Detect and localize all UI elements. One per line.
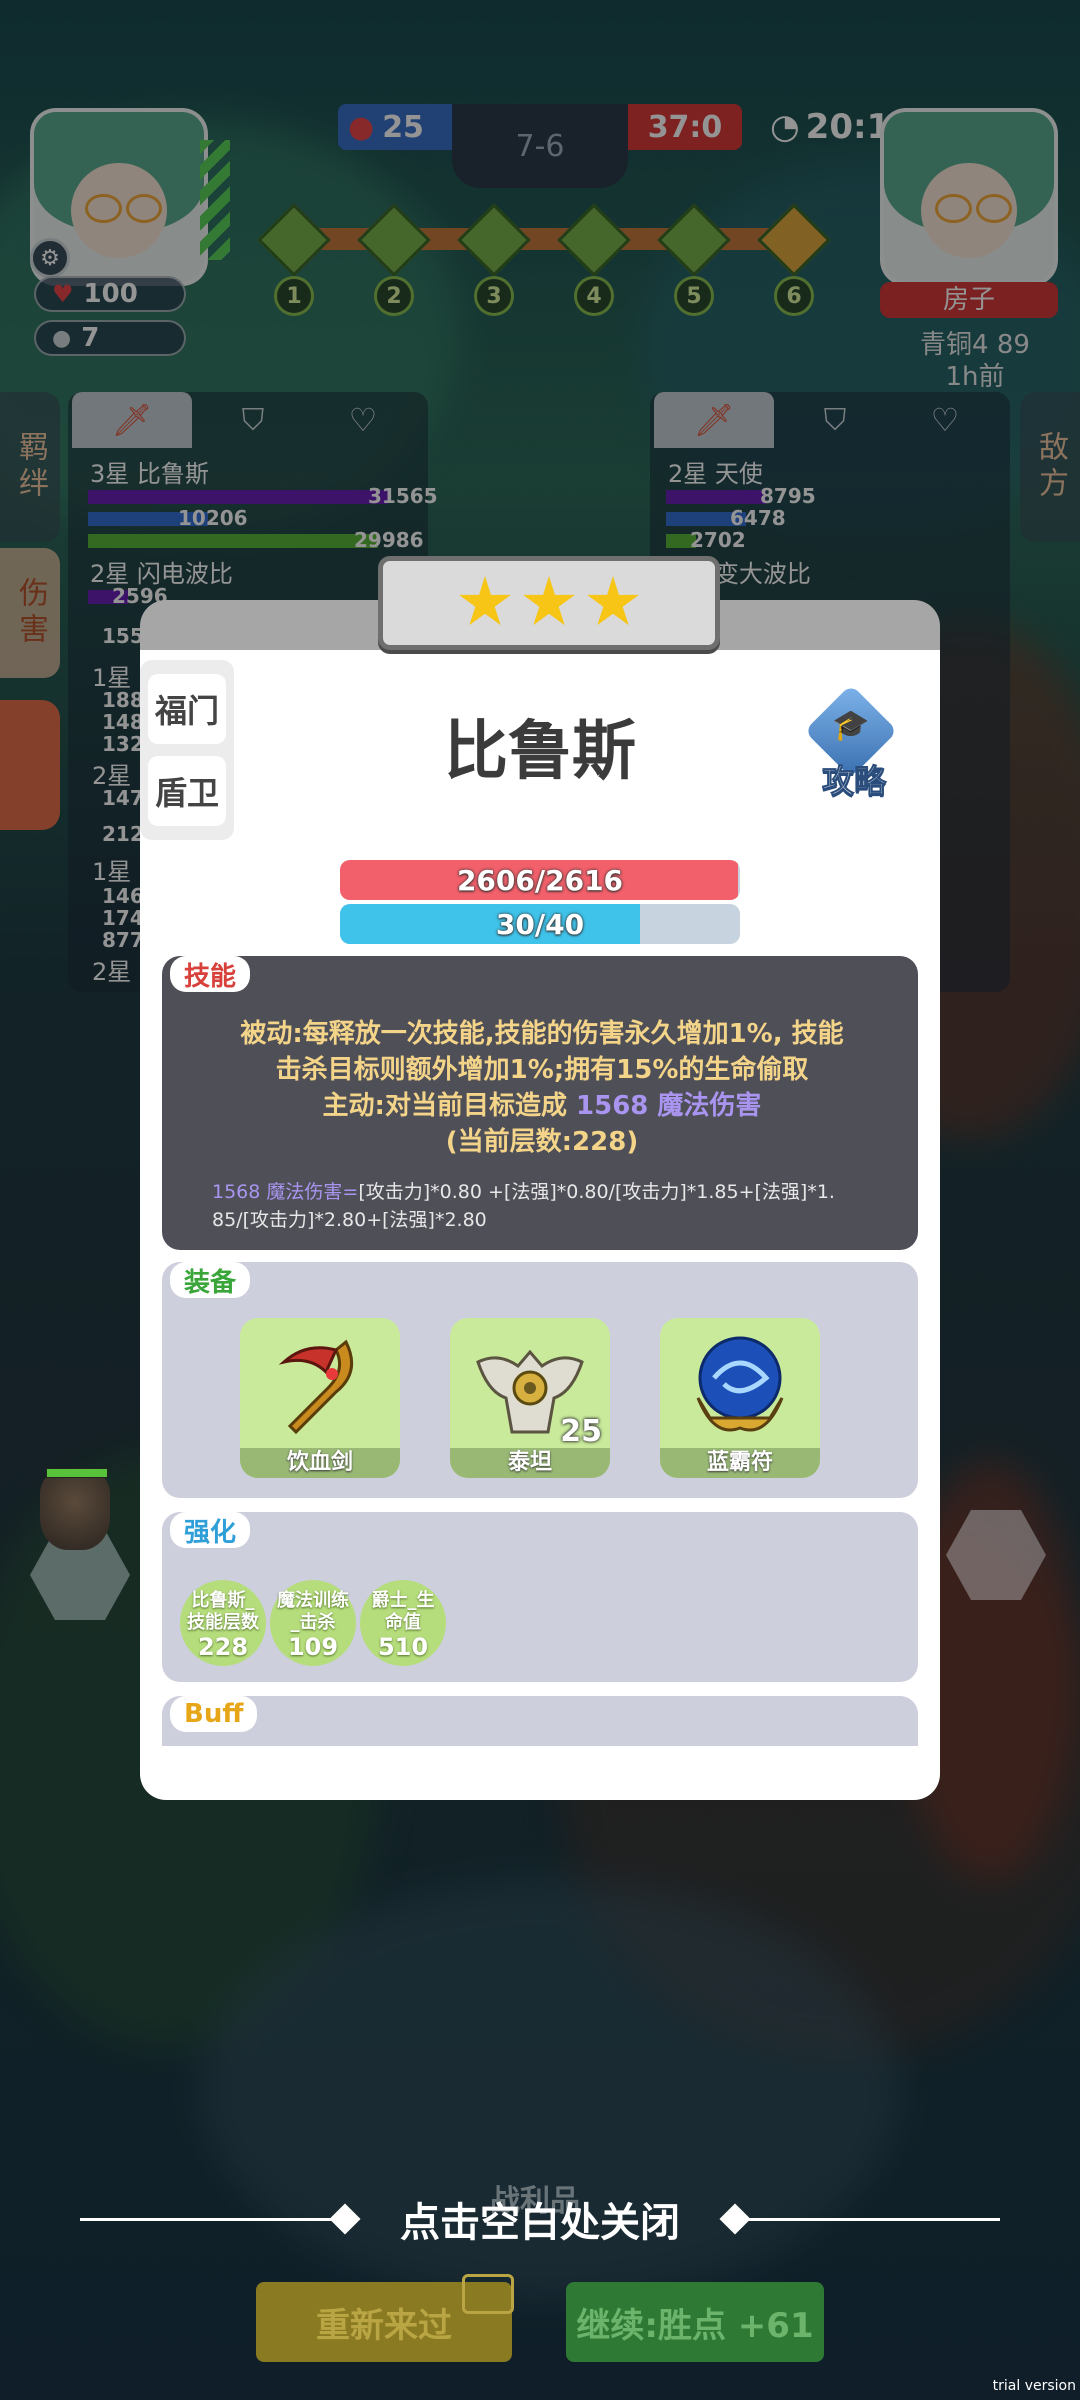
equipment-item-1-name: 饮血剑 (240, 1448, 400, 1478)
enhance-chip-1[interactable]: 比鲁斯_ 技能层数 228 (180, 1580, 266, 1666)
modal-tab-fumen[interactable]: 福门 (148, 674, 226, 744)
equipment-tag: 装备 (170, 1262, 251, 1298)
skill-formula: 1568 魔法伤害=[攻击力]*0.80 +[法强]*0.80/[攻击力]*1.… (212, 1178, 882, 1234)
skill-passive-line-2: 击杀目标则额外增加1%;拥有15%的生命偷取 (275, 1055, 809, 1085)
skill-formula-head: 1568 魔法伤害= (212, 1181, 359, 1203)
enhance-chip-1-value: 228 (197, 1633, 249, 1661)
skill-section: 技能 被动:每释放一次技能,技能的伤害永久增加1%, 技能 击杀目标则额外增加1… (162, 956, 918, 1250)
equipment-item-2[interactable]: 25 泰坦 (450, 1318, 610, 1478)
enhance-chip-3-value: 510 (377, 1633, 429, 1661)
enhance-tag: 强化 (170, 1512, 251, 1548)
skill-active-prefix: 主动:对当前目标造成 (322, 1091, 567, 1121)
hp-bar: 2606/2616 (340, 860, 740, 900)
continue-button[interactable]: 继续:胜点 +61 (566, 2282, 824, 2362)
enhance-chip-3-line-2: 命值 (385, 1612, 421, 1633)
scythe-icon (266, 1332, 376, 1442)
watermark: trial version (992, 2378, 1076, 2394)
skill-tag-label: 技能 (184, 961, 237, 992)
skill-active-line: 主动:对当前目标造成 1568 魔法伤害 (192, 1088, 892, 1124)
equipment-tag-label: 装备 (184, 1267, 237, 1298)
enhance-chip-2[interactable]: 魔法训练 _击杀 109 (270, 1580, 356, 1666)
skill-passive-line-1: 被动:每释放一次技能,技能的伤害永久增加1%, 技能 (240, 1019, 844, 1049)
board-unit-icon[interactable] (40, 1470, 110, 1550)
retry-button[interactable]: 重新来过 (256, 2274, 514, 2362)
enhance-chip-2-line-2: _击杀 (290, 1612, 336, 1633)
buff-tag: Buff (170, 1696, 258, 1732)
enhance-chip-1-line-1: 比鲁斯_ (191, 1590, 255, 1611)
buff-tag-label: Buff (184, 1699, 244, 1729)
equipment-item-3[interactable]: 蓝霸符 (660, 1318, 820, 1478)
enhance-chip-3[interactable]: 爵士_生 命值 510 (360, 1580, 446, 1666)
star-icon (459, 576, 511, 626)
modal-tab-dunwei[interactable]: 盾卫 (148, 756, 226, 826)
equipment-item-2-name: 泰坦 (450, 1448, 610, 1478)
skill-formula-body-2: 85/[攻击力]*2.80+[法强]*2.80 (212, 1209, 487, 1231)
guide-label: 攻略 (821, 762, 886, 801)
enhance-chip-2-line-1: 魔法训练 (277, 1590, 349, 1611)
enhance-chip-3-line-1: 爵士_生 (371, 1590, 435, 1611)
skill-active-value: 1568 魔法伤害 (576, 1091, 762, 1121)
hp-bar-text: 2606/2616 (456, 863, 624, 897)
modal-tab-fumen-label: 福门 (154, 692, 219, 730)
enhance-chip-1-line-2: 技能层数 (187, 1612, 259, 1633)
board-unit-hpbar (46, 1468, 108, 1478)
enhance-tag-label: 强化 (184, 1517, 237, 1548)
modal-side-tabs: 福门 盾卫 (140, 660, 234, 840)
skill-stacks: (当前层数:228) (445, 1127, 639, 1157)
star-icon (587, 576, 639, 626)
cap-glyph-icon: 🎓 (832, 708, 870, 743)
guide-button[interactable]: 🎓 攻略 (804, 684, 902, 801)
mana-bar-text: 30/40 (495, 907, 585, 941)
buff-section: Buff (162, 1696, 918, 1746)
modal-tab-dunwei-label: 盾卫 (154, 774, 219, 812)
star-icon (523, 576, 575, 626)
orb-icon (684, 1328, 796, 1448)
skill-formula-body-1: [攻击力]*0.80 +[法强]*0.80/[攻击力]*1.85+[法强]*1. (358, 1181, 835, 1203)
star-rating-banner (378, 556, 720, 650)
mana-bar: 30/40 (340, 904, 740, 944)
equipment-item-2-badge: 25 (560, 1414, 602, 1449)
equipment-item-1[interactable]: 饮血剑 (240, 1318, 400, 1478)
enhance-chip-2-value: 109 (287, 1633, 339, 1661)
retry-label: 重新来过 (316, 2305, 452, 2346)
skill-tag: 技能 (170, 956, 251, 992)
hero-name: 比鲁斯 (444, 715, 636, 789)
video-icon (462, 2274, 514, 2314)
hint-line-right (740, 2218, 1000, 2221)
continue-label: 继续:胜点 +61 (576, 2305, 814, 2346)
equipment-item-3-name: 蓝霸符 (660, 1448, 820, 1478)
